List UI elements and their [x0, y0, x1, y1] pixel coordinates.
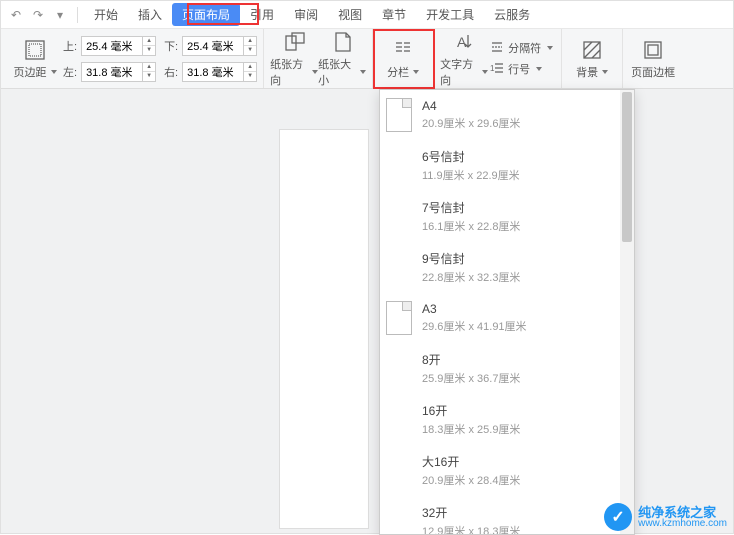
tab-start[interactable]: 开始 — [84, 3, 128, 26]
svg-text:1: 1 — [490, 64, 495, 73]
paper-size-option[interactable]: 16开 18.3厘米 x 25.9厘米 — [380, 394, 634, 445]
paper-size-option[interactable]: 8开 25.9厘米 x 36.7厘米 — [380, 343, 634, 394]
page-border-label: 页面边框 — [631, 64, 675, 80]
paper-size-option[interactable]: A4 20.9厘米 x 29.6厘米 — [380, 90, 634, 140]
lineno-icon: 1 — [490, 61, 504, 78]
caret-icon — [360, 70, 366, 74]
margin-top-input[interactable]: ▲▼ — [81, 36, 156, 56]
margins-button[interactable]: 页边距 — [11, 30, 59, 88]
size-name: 大16开 — [422, 453, 520, 470]
margin-right-input[interactable]: ▲▼ — [182, 62, 257, 82]
orientation-icon — [282, 30, 306, 54]
page-icon — [386, 403, 412, 437]
paper-size-dropdown: A4 20.9厘米 x 29.6厘米 6号信封 11.9厘米 x 22.9厘米 7号信封… — [379, 89, 635, 535]
page-icon — [386, 149, 412, 183]
size-dimensions: 16.1厘米 x 22.8厘米 — [422, 218, 520, 234]
paper-size-button[interactable]: 纸张大小 — [318, 30, 366, 88]
size-dimensions: 20.9厘米 x 28.4厘米 — [422, 472, 520, 488]
size-dimensions: 11.9厘米 x 22.9厘米 — [422, 167, 520, 183]
page-border-icon — [641, 38, 665, 62]
size-dimensions: 12.9厘米 x 18.3厘米 — [422, 523, 520, 535]
separator — [77, 7, 78, 23]
text-direction-label: 文字方向 — [440, 56, 478, 88]
columns-label: 分栏 — [387, 64, 409, 80]
text-direction-button[interactable]: A 文字方向 — [440, 30, 488, 88]
watermark-url: www.kzmhome.com — [638, 519, 727, 529]
page-icon — [386, 454, 412, 488]
background-label: 背景 — [576, 64, 598, 80]
tab-sections[interactable]: 章节 — [372, 3, 416, 26]
tab-page-layout[interactable]: 页面布局 — [172, 3, 240, 26]
caret-icon — [51, 70, 57, 74]
tab-devtools[interactable]: 开发工具 — [416, 3, 484, 26]
size-name: 16开 — [422, 402, 520, 419]
breaks-icon — [490, 40, 504, 57]
paper-size-option[interactable]: 32开 12.9厘米 x 18.3厘米 — [380, 496, 634, 535]
margin-bottom-label: 下: — [164, 38, 178, 54]
caret-icon — [536, 67, 542, 71]
size-name: 8开 — [422, 351, 520, 368]
tab-references[interactable]: 引用 — [240, 3, 284, 26]
orientation-label: 纸张方向 — [270, 56, 308, 88]
size-name: 32开 — [422, 504, 520, 521]
lineno-label: 行号 — [508, 61, 530, 77]
page-icon — [386, 352, 412, 386]
page-icon — [386, 98, 412, 132]
margin-top-label: 上: — [63, 38, 77, 54]
background-icon — [580, 38, 604, 62]
size-name: 7号信封 — [422, 199, 520, 216]
size-name: A3 — [422, 302, 527, 316]
quick-more-icon[interactable]: ▾ — [49, 4, 71, 26]
document-page — [279, 129, 369, 529]
size-dimensions: 18.3厘米 x 25.9厘米 — [422, 421, 520, 437]
size-name: 6号信封 — [422, 148, 520, 165]
page-icon — [386, 251, 412, 285]
margin-left-input[interactable]: ▲▼ — [81, 62, 156, 82]
paper-size-option[interactable]: 7号信封 16.1厘米 x 22.8厘米 — [380, 191, 634, 242]
paper-size-option[interactable]: 大16开 20.9厘米 x 28.4厘米 — [380, 445, 634, 496]
background-button[interactable]: 背景 — [568, 30, 616, 88]
paper-size-icon — [330, 30, 354, 54]
paper-size-option[interactable]: 6号信封 11.9厘米 x 22.9厘米 — [380, 140, 634, 191]
columns-button[interactable]: 分栏 — [379, 30, 427, 88]
size-name: A4 — [422, 99, 520, 113]
page-icon — [386, 200, 412, 234]
size-dimensions: 29.6厘米 x 41.91厘米 — [422, 318, 527, 334]
paper-size-label: 纸张大小 — [318, 56, 356, 88]
caret-icon — [547, 46, 553, 50]
tab-view[interactable]: 视图 — [328, 3, 372, 26]
caret-icon — [413, 70, 419, 74]
text-direction-icon: A — [452, 30, 476, 54]
orientation-button[interactable]: 纸张方向 — [270, 30, 318, 88]
margins-icon — [23, 38, 47, 62]
page-border-button[interactable]: 页面边框 — [629, 30, 677, 88]
watermark-logo-icon: ✓ — [604, 503, 632, 531]
caret-icon — [602, 70, 608, 74]
page-icon — [386, 505, 412, 535]
breaks-label: 分隔符 — [508, 40, 541, 56]
watermark: ✓ 纯净系统之家 www.kzmhome.com — [604, 503, 727, 531]
tab-cloud[interactable]: 云服务 — [484, 3, 540, 26]
margins-label: 页边距 — [14, 64, 47, 80]
tab-review[interactable]: 审阅 — [284, 3, 328, 26]
line-numbers-button[interactable]: 1 行号 — [488, 61, 555, 78]
margin-bottom-input[interactable]: ▲▼ — [182, 36, 257, 56]
watermark-title: 纯净系统之家 — [638, 506, 727, 519]
columns-icon — [391, 38, 415, 62]
breaks-button[interactable]: 分隔符 — [488, 40, 555, 57]
margin-left-label: 左: — [63, 64, 77, 80]
size-name: 9号信封 — [422, 250, 520, 267]
size-dimensions: 22.8厘米 x 32.3厘米 — [422, 269, 520, 285]
svg-text:A: A — [457, 34, 467, 50]
size-dimensions: 20.9厘米 x 29.6厘米 — [422, 115, 520, 131]
dropdown-scrollbar[interactable] — [620, 90, 634, 534]
page-icon — [386, 301, 412, 335]
tab-insert[interactable]: 插入 — [128, 3, 172, 26]
margin-right-label: 右: — [164, 64, 178, 80]
size-dimensions: 25.9厘米 x 36.7厘米 — [422, 370, 520, 386]
undo-icon[interactable]: ↶ — [5, 4, 27, 26]
paper-size-option[interactable]: 9号信封 22.8厘米 x 32.3厘米 — [380, 242, 634, 293]
redo-icon[interactable]: ↷ — [27, 4, 49, 26]
paper-size-option[interactable]: A3 29.6厘米 x 41.91厘米 — [380, 293, 634, 343]
